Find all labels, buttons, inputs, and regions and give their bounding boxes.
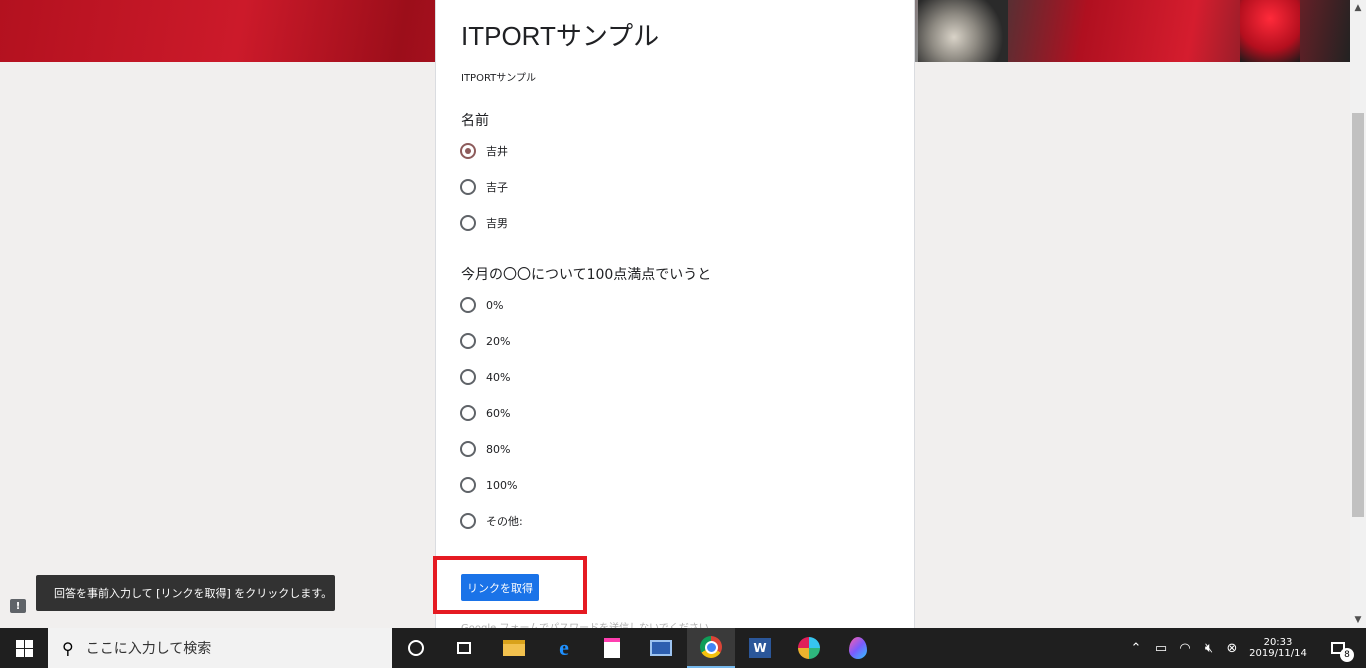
clock-time: 20:33 [1263,637,1293,648]
cortana-icon [408,640,424,656]
battery-icon[interactable]: ▭ [1150,628,1172,668]
radio-icon[interactable] [460,441,476,457]
task-view-button[interactable] [440,628,488,668]
radio-option-100[interactable]: 100% [460,475,517,495]
task-view-icon [457,642,471,654]
question-score-title: 今月の〇〇について100点満点でいうと [461,267,712,283]
maps-button[interactable] [834,628,882,668]
radio-icon[interactable] [460,513,476,529]
taskbar-search-box[interactable]: ⚲ ここに入力して検索 [48,628,392,668]
form-title: ITPORTサンプル [461,21,660,51]
radio-option-60[interactable]: 60% [460,403,510,423]
start-button[interactable] [0,628,48,668]
banner-ornament [918,0,1008,62]
notepad-button[interactable] [588,628,636,668]
windows-taskbar: ⚲ ここに入力して検索 e W ⌃ ▭ ◠ 🔇︎ ⊗ 20:33 2019/11… [0,628,1366,668]
show-hidden-icons-chevron-up-icon[interactable]: ⌃ [1126,628,1146,668]
radio-icon[interactable] [460,405,476,421]
option-label: 吉井 [486,145,508,158]
feedback-icon[interactable]: ! [10,599,26,613]
word-button[interactable]: W [736,628,784,668]
radio-option-20[interactable]: 20% [460,331,510,351]
highlight-annotation-box [433,556,587,614]
radio-option-yoshii[interactable]: 吉井 [460,141,508,161]
windows-logo-icon [15,639,33,657]
clock-date: 2019/11/14 [1249,648,1307,659]
page-scrollbar[interactable]: ▲ ▼ [1350,0,1366,628]
chrome-button[interactable] [687,628,735,668]
toast-text: 回答を事前入力して [リンクを取得] をクリックします。 [54,587,333,600]
internet-explorer-button[interactable]: e [540,628,588,668]
scroll-up-arrow-icon[interactable]: ▲ [1350,0,1366,16]
radio-option-yoshio[interactable]: 吉男 [460,213,508,233]
radio-option-yoshiko[interactable]: 吉子 [460,177,508,197]
word-icon: W [749,638,771,658]
option-label: 0% [486,298,504,312]
password-warning-note: Google フォームでパスワードを送信しないでください。 [461,619,719,628]
question-name-title: 名前 [461,113,489,129]
option-label: 60% [486,406,511,420]
radio-icon[interactable] [460,369,476,385]
notification-count-badge: 8 [1340,648,1354,662]
search-icon: ⚲ [62,638,74,658]
internet-explorer-icon: e [559,635,569,660]
radio-option-80[interactable]: 80% [460,439,510,459]
taskbar-clock[interactable]: 20:33 2019/11/14 [1244,628,1312,668]
banner-ribbon [1240,0,1300,62]
radio-icon[interactable] [460,477,476,493]
radio-option-other[interactable]: その他: [460,511,523,531]
remote-desktop-button[interactable] [637,628,685,668]
option-label: 吉子 [486,181,508,194]
action-center-button[interactable]: 8 [1318,628,1358,668]
speaker-muted-icon[interactable]: 🔇︎ [1198,628,1220,668]
form-description: ITPORTサンプル [461,73,536,84]
option-label: 100% [486,478,518,492]
toast-message: 回答を事前入力して [リンクを取得] をクリックします。 [36,575,335,611]
remote-desktop-icon [650,640,672,656]
close-circle-icon[interactable]: ⊗ [1222,628,1242,668]
scroll-down-arrow-icon[interactable]: ▼ [1350,612,1366,628]
search-placeholder: ここに入力して検索 [85,641,212,657]
radio-option-40[interactable]: 40% [460,367,510,387]
radio-option-0[interactable]: 0% [460,295,503,315]
radio-icon[interactable] [460,215,476,231]
notepad-icon [604,638,620,658]
slack-icon [798,637,820,659]
radio-checked-icon[interactable] [460,143,476,159]
option-label: その他: [486,515,523,528]
maps-icon [849,637,867,659]
radio-icon[interactable] [460,333,476,349]
form-card: ITPORTサンプル ITPORTサンプル 名前 吉井 吉子 吉男 今月の〇〇に… [435,0,915,628]
option-label: 80% [486,442,511,456]
radio-icon[interactable] [460,179,476,195]
cortana-button[interactable] [392,628,440,668]
slack-button[interactable] [785,628,833,668]
chrome-icon [700,636,722,658]
radio-icon[interactable] [460,297,476,313]
scroll-thumb[interactable] [1352,113,1364,517]
wifi-icon[interactable]: ◠ [1174,628,1196,668]
option-label: 40% [486,370,511,384]
file-explorer-button[interactable] [490,628,538,668]
option-label: 20% [486,334,511,348]
option-label: 吉男 [486,217,508,230]
folder-icon [503,640,525,656]
